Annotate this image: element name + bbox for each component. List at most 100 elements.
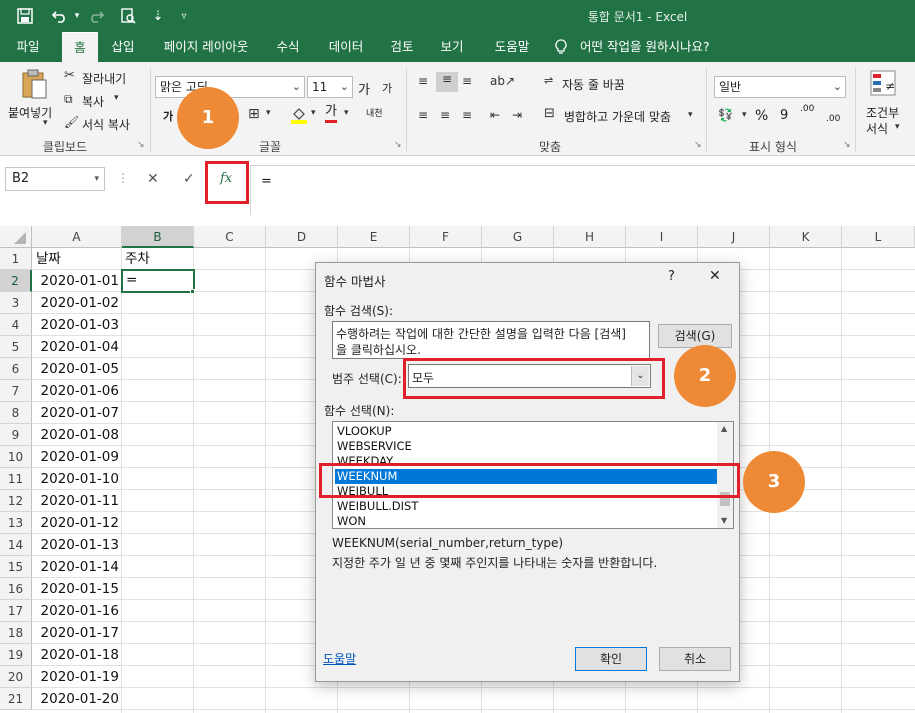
function-list-item[interactable]: WEBSERVICE xyxy=(335,439,717,454)
phonetic-button[interactable]: 내천 xyxy=(366,106,383,119)
row-header[interactable]: 2 xyxy=(0,270,32,292)
bold-button[interactable]: 가 xyxy=(163,108,173,124)
increase-decimal-button[interactable]: .00 xyxy=(800,104,814,114)
cell-date[interactable]: 2020-01-06 xyxy=(36,380,119,402)
column-header[interactable]: D xyxy=(266,226,338,248)
tab-page-layout[interactable]: 페이지 레이아웃 xyxy=(152,32,260,62)
comma-button[interactable]: 9 xyxy=(780,108,788,123)
cell-date[interactable]: 2020-01-01 xyxy=(36,270,119,292)
cell-date[interactable]: 2020-01-03 xyxy=(36,314,119,336)
column-header[interactable]: B xyxy=(122,226,194,248)
column-header[interactable]: J xyxy=(698,226,770,248)
wrap-text-icon[interactable]: ⇌ xyxy=(544,74,553,87)
row-header[interactable]: 21 xyxy=(0,688,32,710)
wrap-text-button[interactable]: 자동 줄 바꿈 xyxy=(562,76,625,93)
cancel-button[interactable]: 취소 xyxy=(659,647,731,671)
conditional-formatting-icon[interactable]: ≠ xyxy=(870,70,896,100)
name-box[interactable]: B2 ▾ xyxy=(5,167,105,191)
cell-date[interactable]: 2020-01-10 xyxy=(36,468,119,490)
cell-date[interactable]: 2020-01-05 xyxy=(36,358,119,380)
row-header[interactable]: 6 xyxy=(0,358,32,380)
decrease-decimal-button[interactable]: .00 xyxy=(826,114,840,124)
tab-data[interactable]: 데이터 xyxy=(318,32,374,62)
function-list-item[interactable]: WON xyxy=(335,514,717,528)
font-name-dropdown[interactable]: 맑은 고딕 ⌄ xyxy=(155,76,305,98)
cut-button[interactable]: 잘라내기 xyxy=(82,70,126,87)
row-header[interactable]: 17 xyxy=(0,600,32,622)
help-link[interactable]: 도움말 xyxy=(323,650,356,667)
row-header[interactable]: 18 xyxy=(0,622,32,644)
percent-button[interactable]: % xyxy=(755,108,768,124)
border-icon[interactable]: ⊞ xyxy=(248,106,260,122)
help-icon[interactable]: ? xyxy=(668,269,675,284)
number-format-dropdown[interactable]: 일반 ⌄ xyxy=(714,76,846,98)
orientation-icon[interactable]: ab↗ xyxy=(490,74,515,88)
tab-help[interactable]: 도움말 xyxy=(484,32,540,62)
tab-file[interactable]: 파일 xyxy=(6,32,50,62)
function-list-item[interactable]: WEIBULL.DIST xyxy=(335,499,717,514)
copy-button[interactable]: 복사 xyxy=(82,93,104,110)
conditional-formatting-line1[interactable]: 조건부 xyxy=(866,104,899,121)
copy-dropdown-icon[interactable]: ▾ xyxy=(114,93,119,103)
column-header[interactable]: E xyxy=(338,226,410,248)
active-cell-b2[interactable]: = xyxy=(121,269,195,293)
indent-decrease-icon[interactable]: ⇤ xyxy=(490,108,500,122)
column-header[interactable]: F xyxy=(410,226,482,248)
font-color-button[interactable]: 가 xyxy=(325,104,337,123)
cell-date[interactable]: 2020-01-13 xyxy=(36,534,119,556)
row-header[interactable]: 19 xyxy=(0,644,32,666)
cell-date[interactable]: 2020-01-09 xyxy=(36,446,119,468)
indent-increase-icon[interactable]: ⇥ xyxy=(512,108,522,122)
search-function-input[interactable]: 수행하려는 작업에 대한 간단한 설명을 입력한 다음 [검색] 을 클릭하십시… xyxy=(332,321,650,359)
close-icon[interactable]: ✕ xyxy=(709,268,721,284)
align-left-icon[interactable]: ≡ xyxy=(418,108,428,122)
select-all-corner[interactable] xyxy=(0,226,32,248)
shrink-font-button[interactable]: 가 xyxy=(382,80,392,96)
border-dropdown-icon[interactable]: ▾ xyxy=(266,108,271,118)
scroll-up-icon[interactable]: ▲ xyxy=(721,424,727,433)
cell-date[interactable]: 2020-01-18 xyxy=(36,644,119,666)
cell-date[interactable]: 2020-01-16 xyxy=(36,600,119,622)
cell-date[interactable]: 2020-01-08 xyxy=(36,424,119,446)
copy-icon[interactable]: ⧉ xyxy=(64,92,73,107)
cut-icon[interactable]: ✂ xyxy=(64,68,75,83)
format-painter-button[interactable]: 서식 복사 xyxy=(82,116,130,133)
font-size-dropdown[interactable]: 11 ⌄ xyxy=(307,76,353,98)
row-header[interactable]: 11 xyxy=(0,468,32,490)
cell-date[interactable]: 2020-01-15 xyxy=(36,578,119,600)
enter-icon[interactable]: ✓ xyxy=(183,171,195,187)
column-header[interactable]: A xyxy=(32,226,122,248)
fill-dropdown-icon[interactable]: ▾ xyxy=(311,108,316,118)
row-header[interactable]: 13 xyxy=(0,512,32,534)
row-header[interactable]: 1 xyxy=(0,248,32,270)
row-header[interactable]: 4 xyxy=(0,314,32,336)
cell-date[interactable]: 2020-01-19 xyxy=(36,666,119,688)
font-color-dropdown-icon[interactable]: ▾ xyxy=(344,108,349,118)
row-header[interactable]: 16 xyxy=(0,578,32,600)
column-header[interactable]: G xyxy=(482,226,554,248)
tell-me-search[interactable]: 어떤 작업을 원하시나요? xyxy=(580,32,740,62)
row-header[interactable]: 3 xyxy=(0,292,32,314)
cell-date[interactable]: 2020-01-17 xyxy=(36,622,119,644)
column-header[interactable]: K xyxy=(770,226,842,248)
scroll-down-icon[interactable]: ▼ xyxy=(721,516,727,525)
cell-date[interactable]: 2020-01-14 xyxy=(36,556,119,578)
row-header[interactable]: 15 xyxy=(0,556,32,578)
conditional-formatting-line2[interactable]: 서식 xyxy=(866,120,888,137)
fill-handle[interactable] xyxy=(190,289,195,294)
row-header[interactable]: 20 xyxy=(0,666,32,688)
align-right-icon[interactable]: ≡ xyxy=(462,108,472,122)
dialog-launcher-icon[interactable]: ↘ xyxy=(694,140,702,150)
search-button[interactable]: 검색(G) xyxy=(658,324,732,348)
accounting-dropdown-icon[interactable]: ▾ xyxy=(742,110,747,120)
paste-icon[interactable] xyxy=(20,68,48,104)
column-header[interactable]: H xyxy=(554,226,626,248)
accounting-format-icon[interactable]: 💱 xyxy=(718,108,733,122)
dialog-launcher-icon[interactable]: ↘ xyxy=(137,140,145,150)
dialog-launcher-icon[interactable]: ↘ xyxy=(843,140,851,150)
formula-input[interactable]: = xyxy=(250,165,915,215)
tab-review[interactable]: 검토 xyxy=(382,32,422,62)
cell-b1[interactable]: 주차 xyxy=(125,248,150,270)
row-header[interactable]: 9 xyxy=(0,424,32,446)
merge-icon[interactable]: ⊟ xyxy=(544,106,555,121)
